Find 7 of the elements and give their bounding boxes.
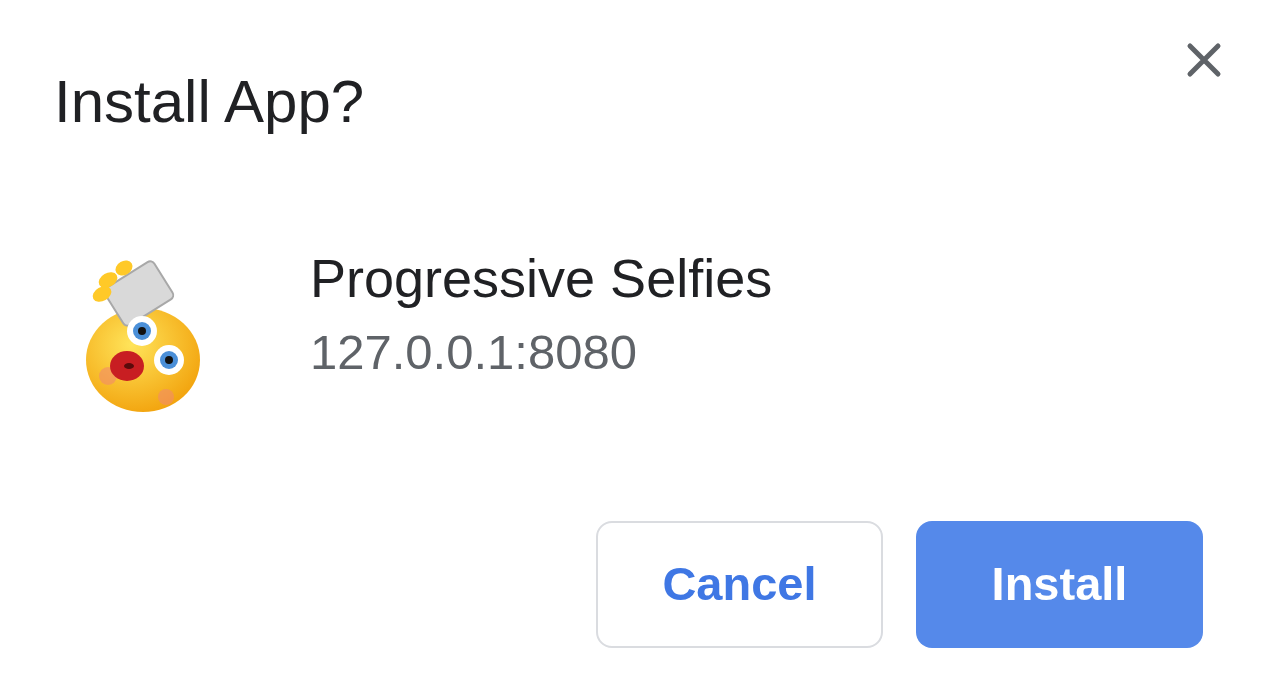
cancel-button[interactable]: Cancel <box>596 521 883 648</box>
close-button[interactable] <box>1186 42 1222 78</box>
close-icon <box>1186 42 1222 78</box>
app-origin: 127.0.0.1:8080 <box>310 324 638 381</box>
app-name: Progressive Selfies <box>310 247 773 310</box>
dialog-title: Install App? <box>54 72 365 132</box>
install-button[interactable]: Install <box>916 521 1203 648</box>
